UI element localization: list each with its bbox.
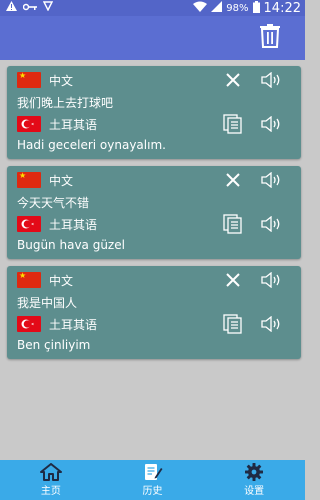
target-lang-label: 土耳其语 (49, 117, 98, 132)
source-lang-row: 中文 (17, 270, 291, 290)
location-icon (42, 1, 54, 14)
copy-translation-button[interactable] (222, 314, 244, 334)
bottom-nav: 主页 历史 设置 (0, 460, 305, 500)
source-lang-label: 中文 (49, 173, 74, 188)
speak-translation-button[interactable] (261, 114, 283, 134)
close-icon (226, 273, 240, 287)
warning-icon (6, 1, 17, 14)
source-text: 今天天气不错 (17, 196, 90, 210)
copy-translation-button[interactable] (222, 114, 244, 134)
clear-history-button[interactable] (255, 22, 285, 54)
translated-text: Bugün hava güzel (17, 238, 125, 252)
delete-entry-button[interactable] (222, 170, 244, 190)
wifi-icon (193, 1, 208, 15)
copy-icon (223, 314, 242, 334)
speak-translation-button[interactable] (261, 314, 283, 334)
source-lang-row: 中文 (17, 70, 291, 90)
nav-home-label: 主页 (40, 486, 61, 497)
translated-text: Hadi geceleri oynayalım. (17, 138, 166, 152)
copy-icon (223, 214, 242, 234)
turkey-flag-icon (17, 216, 41, 232)
source-lang-label: 中文 (49, 273, 74, 288)
history-card: 中文 今天天气不错 土耳其语 Bugün hava güzel (7, 166, 301, 259)
history-doc-icon (144, 464, 162, 480)
speaker-icon (261, 172, 280, 188)
speaker-icon (261, 216, 280, 232)
nav-history-label: 历史 (142, 486, 163, 497)
china-flag-icon (17, 271, 41, 288)
nav-history[interactable]: 历史 (102, 460, 204, 500)
nav-settings[interactable]: 设置 (203, 460, 305, 500)
target-lang-label: 土耳其语 (49, 317, 98, 332)
status-bar: 98% 14:22 (0, 0, 305, 16)
copy-translation-button[interactable] (222, 214, 244, 234)
trash-icon (259, 24, 281, 52)
source-text: 我们晚上去打球吧 (17, 96, 114, 110)
nav-home[interactable]: 主页 (0, 460, 102, 500)
app-bar (0, 16, 305, 60)
speak-source-button[interactable] (261, 270, 283, 290)
close-icon (226, 73, 240, 87)
speaker-icon (261, 72, 280, 88)
home-icon (39, 463, 62, 481)
source-text: 我是中国人 (17, 296, 78, 310)
target-lang-label: 土耳其语 (49, 217, 98, 232)
turkey-flag-icon (17, 316, 41, 332)
battery-level: 98% (226, 2, 249, 14)
source-lang-label: 中文 (49, 73, 74, 88)
gear-icon (245, 463, 264, 481)
target-lang-row: 土耳其语 (17, 314, 291, 334)
target-lang-row: 土耳其语 (17, 214, 291, 234)
history-card: 中文 我是中国人 土耳其语 Ben çinliyim (7, 266, 301, 359)
speaker-icon (261, 116, 280, 132)
signal-icon (211, 1, 223, 15)
delete-entry-button[interactable] (222, 70, 244, 90)
china-flag-icon (17, 171, 41, 188)
clock: 14:22 (263, 0, 301, 16)
key-icon (22, 1, 37, 14)
speaker-icon (261, 272, 280, 288)
history-list: 中文 我们晚上去打球吧 土耳其语 Hadi geceleri oynayalım… (0, 60, 305, 460)
turkey-flag-icon (17, 116, 41, 132)
china-flag-icon (17, 71, 41, 88)
source-lang-row: 中文 (17, 170, 291, 190)
speak-source-button[interactable] (261, 170, 283, 190)
translated-text: Ben çinliyim (17, 338, 91, 352)
target-lang-row: 土耳其语 (17, 114, 291, 134)
close-icon (226, 173, 240, 187)
speak-translation-button[interactable] (261, 214, 283, 234)
speak-source-button[interactable] (261, 70, 283, 90)
copy-icon (223, 114, 242, 134)
speaker-icon (261, 316, 280, 332)
history-card: 中文 我们晚上去打球吧 土耳其语 Hadi geceleri oynayalım… (7, 66, 301, 159)
nav-settings-label: 设置 (244, 486, 265, 497)
battery-icon (252, 0, 260, 16)
delete-entry-button[interactable] (222, 270, 244, 290)
